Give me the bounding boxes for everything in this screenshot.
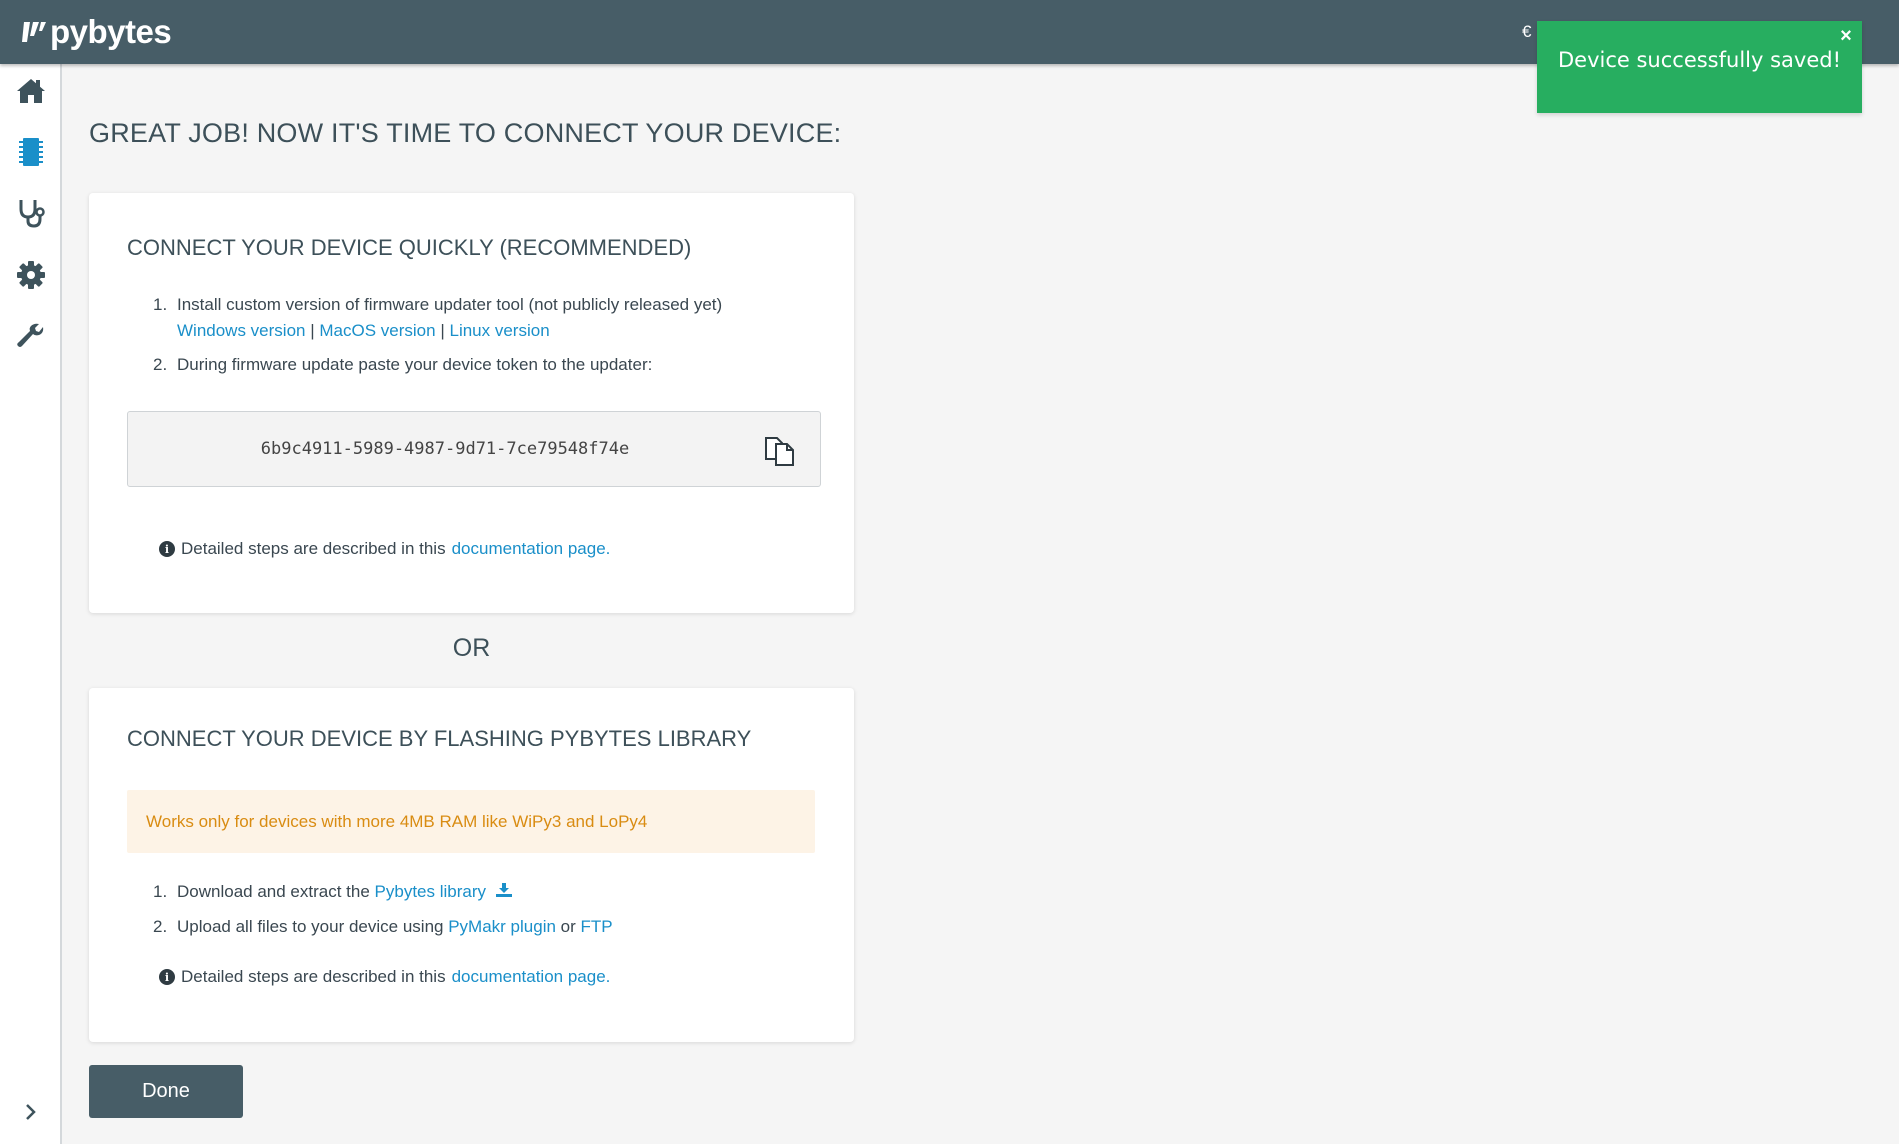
step-number: 2. [153,917,168,936]
device-token-field[interactable]: 6b9c4911-5989-4987-9d71-7ce79548f74e [127,411,821,487]
sidebar-item-tools[interactable] [13,318,49,354]
pybytes-logo-mark-icon [22,22,46,42]
pybytes-library-link[interactable]: Pybytes library [375,882,486,901]
sidebar-expand-button[interactable] [13,1094,49,1130]
step-number: 1. [153,882,168,901]
list-item: 2. Upload all files to your device using… [153,914,613,940]
quick-connect-info: i Detailed steps are described in this d… [159,539,610,559]
or-divider: OR [452,634,491,662]
step-text: During firmware update paste your device… [177,355,653,374]
step-number: 1. [153,295,168,314]
step-text: Download and extract the [177,882,370,901]
gear-icon [17,261,45,289]
info-text: Detailed steps are described in this [181,967,446,986]
copy-token-button[interactable] [762,432,798,468]
sidebar-item-devices[interactable] [13,134,49,170]
toast-message: Device successfully saved! [1557,48,1842,72]
info-text: Detailed steps are described in this [181,539,446,558]
page-title: GREAT JOB! NOW IT'S TIME TO CONNECT YOUR… [89,118,842,148]
flash-library-title: CONNECT YOUR DEVICE BY FLASHING PYBYTES … [127,726,752,751]
download-icon[interactable] [495,882,513,898]
stethoscope-icon [19,200,45,228]
copy-icon [765,437,794,466]
main-content: GREAT JOB! NOW IT'S TIME TO CONNECT YOUR… [62,64,1899,1144]
home-icon [17,79,45,103]
macos-version-link[interactable]: MacOS version [319,321,435,340]
success-toast: × Device successfully saved! [1537,21,1862,113]
logo-text: pybytes [50,13,172,50]
ram-warning-alert: Works only for devices with more 4MB RAM… [127,790,815,853]
info-icon: i [159,541,175,557]
sidebar-item-diagnostics[interactable] [13,195,49,231]
sidebar-item-settings[interactable] [13,257,49,293]
flash-library-card: CONNECT YOUR DEVICE BY FLASHING PYBYTES … [89,688,854,1042]
step-number: 2. [153,355,168,374]
quick-connect-card: CONNECT YOUR DEVICE QUICKLY (RECOMMENDED… [89,193,854,613]
ftp-link[interactable]: FTP [581,917,613,936]
flash-library-steps: 1. Download and extract the Pybytes libr… [153,879,613,940]
done-button[interactable]: Done [89,1065,243,1118]
or-word: or [560,917,576,936]
pymakr-plugin-link[interactable]: PyMakr plugin [448,917,556,936]
device-token[interactable]: 6b9c4911-5989-4987-9d71-7ce79548f74e [128,439,762,459]
sidebar [0,64,62,1144]
device-chip-icon [19,138,43,166]
documentation-page-link[interactable]: documentation page. [452,539,611,559]
pybytes-logo[interactable]: pybytes [22,10,172,54]
quick-connect-steps: 1. Install custom version of firmware up… [153,292,723,378]
flash-library-info: i Detailed steps are described in this d… [159,967,610,987]
windows-version-link[interactable]: Windows version [177,321,306,340]
list-item: 1. Download and extract the Pybytes libr… [153,879,613,905]
chevron-right-icon [26,1104,36,1120]
step-text: Install custom version of firmware updat… [177,295,723,314]
sidebar-item-home[interactable] [13,73,49,109]
link-separator: | [310,321,315,340]
step-text: Upload all files to your device using [177,917,444,936]
link-separator: | [440,321,445,340]
wrench-icon [17,323,44,347]
quick-connect-title: CONNECT YOUR DEVICE QUICKLY (RECOMMENDED… [127,235,692,260]
header-partial-glyph: € [1522,22,1532,41]
linux-version-link[interactable]: Linux version [449,321,549,340]
list-item: 1. Install custom version of firmware up… [153,292,723,344]
toast-close-button[interactable]: × [1835,25,1857,47]
list-item: 2. During firmware update paste your dev… [153,352,722,378]
documentation-page-link[interactable]: documentation page. [452,967,611,987]
info-icon: i [159,969,175,985]
